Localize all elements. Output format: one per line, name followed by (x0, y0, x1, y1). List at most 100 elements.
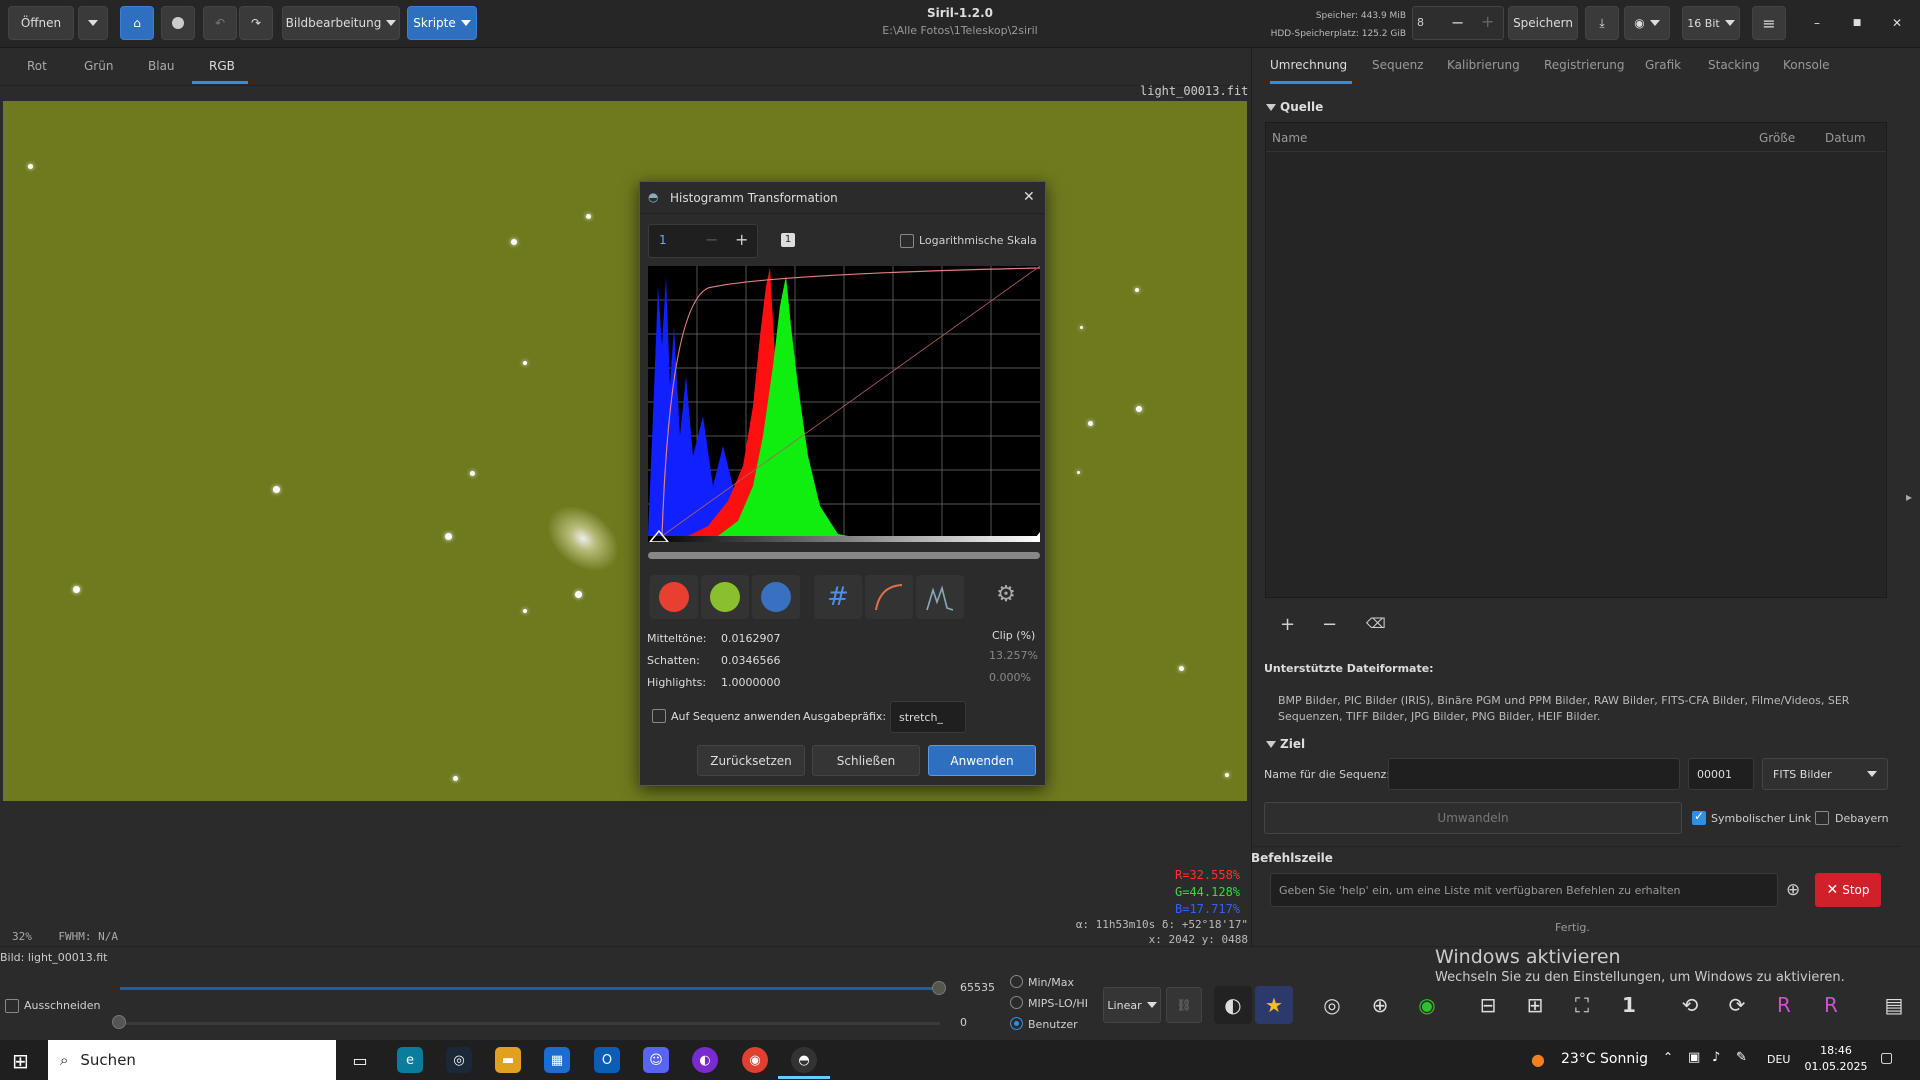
dialog-titlebar[interactable]: ◓ Histogramm Transformation ✕ (640, 182, 1045, 214)
rotate-right-button[interactable]: ⟳ (1718, 986, 1756, 1024)
blue-channel-toggle[interactable] (752, 575, 800, 619)
crop-checkbox[interactable] (5, 999, 19, 1013)
red-channel-toggle[interactable] (650, 575, 698, 619)
debayer-checkbox[interactable] (1815, 811, 1829, 825)
negative-view-button[interactable]: ◐ (1214, 986, 1252, 1024)
apply-sequence-checkbox[interactable] (652, 709, 666, 723)
zoom-one-button[interactable]: 1 (781, 233, 795, 247)
maximize-button[interactable]: ■ (1840, 6, 1874, 40)
highlights-value[interactable]: 1.0000000 (721, 676, 781, 689)
stop-button[interactable]: ✕ Stop (1815, 873, 1881, 907)
histogram-scrollbar[interactable] (648, 552, 1040, 559)
column-date[interactable]: Datum (1825, 131, 1866, 145)
original-histogram-toggle[interactable] (916, 575, 964, 619)
task-view-icon[interactable]: ▭ (347, 1047, 373, 1073)
mirror-y-button[interactable]: R (1812, 986, 1850, 1024)
sequence-index-input[interactable]: 00001 (1688, 758, 1754, 790)
radio-mips[interactable] (1010, 996, 1023, 1009)
zoom-out-button[interactable]: ⊟ (1469, 986, 1507, 1024)
recent-dropdown-button[interactable] (78, 6, 108, 40)
radio-minmax[interactable] (1010, 975, 1023, 988)
target-section[interactable]: Ziel (1266, 737, 1305, 751)
tab-sequence[interactable]: Sequenz (1372, 58, 1424, 72)
reset-button[interactable]: Zurücksetzen (697, 745, 805, 776)
min-slider-knob[interactable] (112, 1015, 126, 1029)
source-file-list[interactable]: Name Größe Datum (1265, 122, 1887, 598)
max-slider-knob[interactable] (932, 981, 946, 995)
grid-toggle[interactable]: # (814, 575, 862, 619)
tray-chevron-icon[interactable]: ⌃ (1663, 1050, 1673, 1064)
colormap-button[interactable]: ★ (1255, 986, 1293, 1024)
discord-icon[interactable]: ☺ (643, 1047, 669, 1073)
plus-icon[interactable]: + (735, 230, 748, 249)
radio-user[interactable] (1010, 1017, 1023, 1030)
notifications-icon[interactable]: ▢ (1880, 1050, 1893, 1066)
histogram-plot[interactable] (648, 266, 1040, 542)
save-as-button[interactable]: ⤓ (1585, 6, 1619, 40)
image-processing-menu[interactable]: Bildbearbeitung (282, 6, 400, 40)
green-channel-toggle[interactable] (701, 575, 749, 619)
tab-rgb[interactable]: RGB (209, 59, 235, 73)
zoom-in-button[interactable]: ⊞ (1516, 986, 1554, 1024)
tab-stacking[interactable]: Stacking (1708, 58, 1760, 72)
redo-button[interactable]: ↷ (239, 6, 273, 40)
tab-console[interactable]: Konsole (1783, 58, 1830, 72)
threads-spinbox[interactable]: 8 − + (1412, 6, 1504, 40)
undo-button[interactable]: ↶ (203, 6, 237, 40)
tab-calibration[interactable]: Kalibrierung (1447, 58, 1520, 72)
close-window-button[interactable]: ✕ (1880, 6, 1914, 40)
steam-icon[interactable]: ◎ (446, 1047, 472, 1073)
zoom-one-button[interactable]: 1 (1610, 986, 1648, 1024)
link-button[interactable]: ⛓ (1166, 987, 1202, 1023)
psf-button[interactable]: ◉ (1408, 986, 1446, 1024)
curve-toggle[interactable] (865, 575, 913, 619)
rotate-left-button[interactable]: ⟲ (1671, 986, 1709, 1024)
shadows-value[interactable]: 0.0346566 (721, 654, 781, 667)
minus-icon[interactable]: − (1451, 13, 1464, 32)
min-slider-track[interactable] (120, 1022, 940, 1025)
expand-panel-icon[interactable]: ▸ (1906, 490, 1912, 504)
sequence-name-input[interactable] (1388, 758, 1680, 790)
auto-stretch-button[interactable]: ⚙ (989, 582, 1023, 614)
media-app-icon[interactable]: ◐ (692, 1047, 718, 1073)
close-dialog-button[interactable]: Schließen (812, 745, 920, 776)
clock[interactable]: 18:46 01.05.2025 (1800, 1043, 1872, 1075)
file-explorer-icon[interactable]: ▬ (495, 1047, 521, 1073)
apply-button[interactable]: Anwenden (928, 745, 1036, 776)
chrome-icon[interactable]: ◉ (742, 1047, 768, 1073)
edge-icon[interactable]: e (397, 1047, 423, 1073)
pen-icon[interactable]: ✎ (1736, 1050, 1747, 1065)
mirror-x-button[interactable]: R (1765, 986, 1803, 1024)
tab-red[interactable]: Rot (27, 59, 47, 73)
scale-mode-select[interactable]: Linear (1103, 987, 1161, 1023)
zoom-spinbox[interactable]: 1 − + (648, 224, 758, 258)
log-scale-checkbox[interactable] (900, 234, 914, 248)
tab-conversion[interactable]: Umrechnung (1270, 58, 1347, 72)
remove-file-icon[interactable]: − (1322, 614, 1337, 635)
network-icon[interactable]: ▣ (1688, 1050, 1700, 1065)
hamburger-menu-button[interactable]: ≡ (1752, 6, 1786, 40)
tab-blue[interactable]: Blau (148, 59, 175, 73)
photometry-button[interactable]: ◎ (1313, 986, 1351, 1024)
open-button[interactable]: Öffnen (8, 6, 74, 40)
plus-icon[interactable]: + (1481, 12, 1494, 31)
display-mode-button[interactable]: ▤ (1875, 986, 1913, 1024)
zoom-fit-button[interactable]: ⛶ (1563, 986, 1601, 1024)
livestack-button[interactable] (161, 6, 195, 40)
windows-start-icon[interactable]: ⊞ (12, 1049, 29, 1073)
symlink-checkbox[interactable]: ✓ (1692, 809, 1706, 825)
format-select[interactable]: FITS Bilder (1762, 758, 1888, 790)
add-files-icon[interactable]: + (1280, 614, 1295, 635)
annotate-button[interactable]: ⊕ (1361, 986, 1399, 1024)
weather-text[interactable]: 23°C Sonnig (1561, 1051, 1648, 1067)
snapshot-button[interactable]: ◉ (1624, 6, 1670, 40)
outlook-icon[interactable]: O (594, 1047, 620, 1073)
convert-button[interactable]: Umwandeln (1264, 802, 1682, 834)
tab-registration[interactable]: Registrierung (1544, 58, 1625, 72)
source-section[interactable]: Quelle (1266, 100, 1323, 114)
help-globe-icon[interactable]: ⊕ (1786, 880, 1800, 900)
home-button[interactable]: ⌂ (120, 6, 154, 40)
tab-green[interactable]: Grün (84, 59, 113, 73)
taskbar-search[interactable]: ⌕ Suchen (48, 1040, 336, 1080)
save-button[interactable]: Speichern (1508, 6, 1578, 40)
